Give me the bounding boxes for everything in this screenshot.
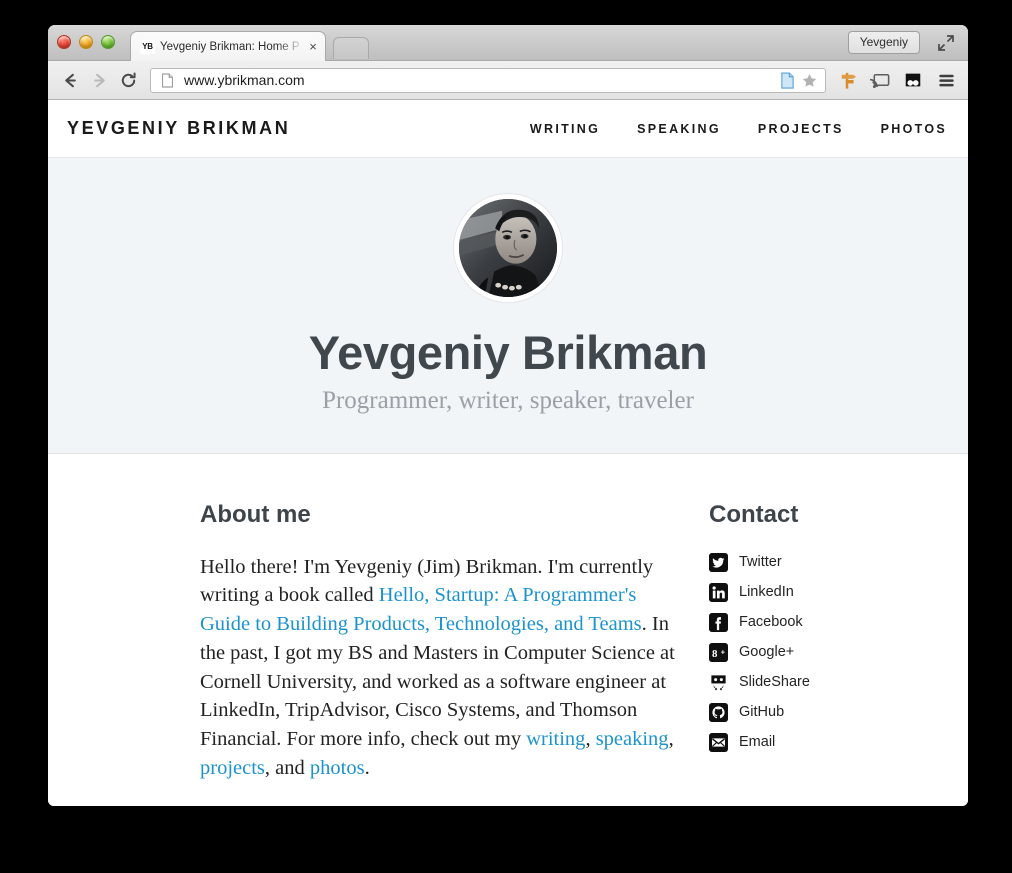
- about-sep-2: ,: [668, 727, 674, 750]
- contact-item-googleplus[interactable]: 8 + Google+: [709, 642, 810, 662]
- page-viewport: YEVGENIY BRIKMAN WRITING SPEAKING PROJEC…: [48, 100, 968, 806]
- nav-item-speaking[interactable]: SPEAKING: [637, 122, 721, 136]
- profile-avatar: [454, 194, 562, 302]
- tab-strip: YB Yevgeniy Brikman: Home P × Yevgeniy: [48, 25, 968, 61]
- tab-title: Yevgeniy Brikman: Home P: [160, 40, 300, 53]
- hero-tagline: Programmer, writer, speaker, traveler: [322, 386, 694, 414]
- browser-window: YB Yevgeniy Brikman: Home P × Yevgeniy w…: [48, 25, 968, 806]
- contact-label: SlideShare: [739, 674, 810, 691]
- window-controls: [57, 35, 115, 49]
- back-button[interactable]: [60, 70, 80, 90]
- contact-heading: Contact: [709, 500, 799, 528]
- nav-item-writing[interactable]: WRITING: [530, 122, 600, 136]
- signpost-extension-icon[interactable]: [835, 68, 859, 92]
- site-navigation: WRITING SPEAKING PROJECTS PHOTOS: [530, 122, 949, 136]
- contact-item-linkedin[interactable]: LinkedIn: [709, 582, 810, 602]
- url-text: www.ybrikman.com: [184, 72, 305, 88]
- github-icon: [709, 702, 728, 722]
- tab-favicon: YB: [140, 39, 155, 54]
- address-bar[interactable]: www.ybrikman.com: [150, 67, 826, 93]
- contact-item-twitter[interactable]: Twitter: [709, 552, 810, 572]
- twitter-icon: [709, 552, 728, 572]
- link-photos[interactable]: photos: [310, 757, 365, 779]
- about-paragraph: Hello there! I'm Yevgeniy (Jim) Brikman.…: [200, 553, 680, 783]
- site-logo-title[interactable]: YEVGENIY BRIKMAN: [67, 118, 290, 139]
- site-header: YEVGENIY BRIKMAN WRITING SPEAKING PROJEC…: [48, 100, 968, 157]
- about-sep-3: , and: [264, 756, 310, 779]
- link-projects[interactable]: projects: [200, 757, 265, 779]
- new-tab-button[interactable]: [333, 37, 369, 59]
- star-icon[interactable]: [798, 72, 821, 89]
- forward-button[interactable]: [89, 70, 109, 90]
- about-text-end: .: [364, 756, 370, 779]
- link-speaking[interactable]: speaking: [596, 728, 669, 750]
- contact-label: GitHub: [739, 704, 785, 721]
- minimize-window-button[interactable]: [79, 35, 93, 49]
- svg-text:+: +: [721, 647, 726, 656]
- about-heading: About me: [200, 500, 311, 528]
- nav-item-photos[interactable]: PHOTOS: [881, 122, 947, 136]
- nav-item-projects[interactable]: PROJECTS: [758, 122, 844, 136]
- close-window-button[interactable]: [57, 35, 71, 49]
- googleplus-icon: 8 +: [709, 642, 728, 662]
- contact-item-email[interactable]: Email: [709, 732, 810, 752]
- contact-list: Twitter LinkedIn Facebook 8 + Google+ Sl…: [709, 552, 810, 752]
- panda-extension-icon[interactable]: [901, 68, 925, 92]
- browser-toolbar: www.ybrikman.com: [48, 61, 968, 100]
- about-sep-1: ,: [585, 727, 596, 750]
- page-icon: [158, 73, 177, 88]
- about-column: About me Hello there! I'm Yevgeniy (Jim)…: [200, 501, 680, 783]
- contact-label: Facebook: [739, 614, 803, 631]
- linkedin-icon: [709, 582, 728, 602]
- tab-close-icon[interactable]: ×: [305, 40, 321, 53]
- contact-item-facebook[interactable]: Facebook: [709, 612, 810, 632]
- profile-button[interactable]: Yevgeniy: [847, 31, 920, 54]
- contact-label: Email: [739, 734, 776, 751]
- facebook-icon: [709, 612, 728, 632]
- contact-item-github[interactable]: GitHub: [709, 702, 810, 722]
- reader-mode-icon[interactable]: [777, 71, 798, 89]
- contact-item-slideshare[interactable]: SlideShare: [709, 673, 810, 692]
- browser-tab[interactable]: YB Yevgeniy Brikman: Home P ×: [130, 31, 326, 61]
- hero-section: Yevgeniy Brikman Programmer, writer, spe…: [48, 157, 968, 454]
- link-writing[interactable]: writing: [526, 728, 585, 750]
- svg-text:8: 8: [712, 648, 718, 660]
- page-content: About me Hello there! I'm Yevgeniy (Jim)…: [48, 454, 968, 783]
- reload-button[interactable]: [118, 70, 138, 90]
- hero-name: Yevgeniy Brikman: [308, 326, 708, 379]
- email-icon: [709, 732, 728, 752]
- fullscreen-icon[interactable]: [936, 33, 956, 53]
- contact-label: Twitter: [739, 554, 782, 571]
- maximize-window-button[interactable]: [101, 35, 115, 49]
- slideshare-icon: [709, 673, 728, 692]
- contact-label: LinkedIn: [739, 584, 794, 601]
- contact-label: Google+: [739, 644, 795, 661]
- contact-column: Contact Twitter LinkedIn Facebook 8 + Go…: [709, 501, 810, 783]
- cast-icon[interactable]: [868, 68, 892, 92]
- hamburger-menu-icon[interactable]: [934, 68, 958, 92]
